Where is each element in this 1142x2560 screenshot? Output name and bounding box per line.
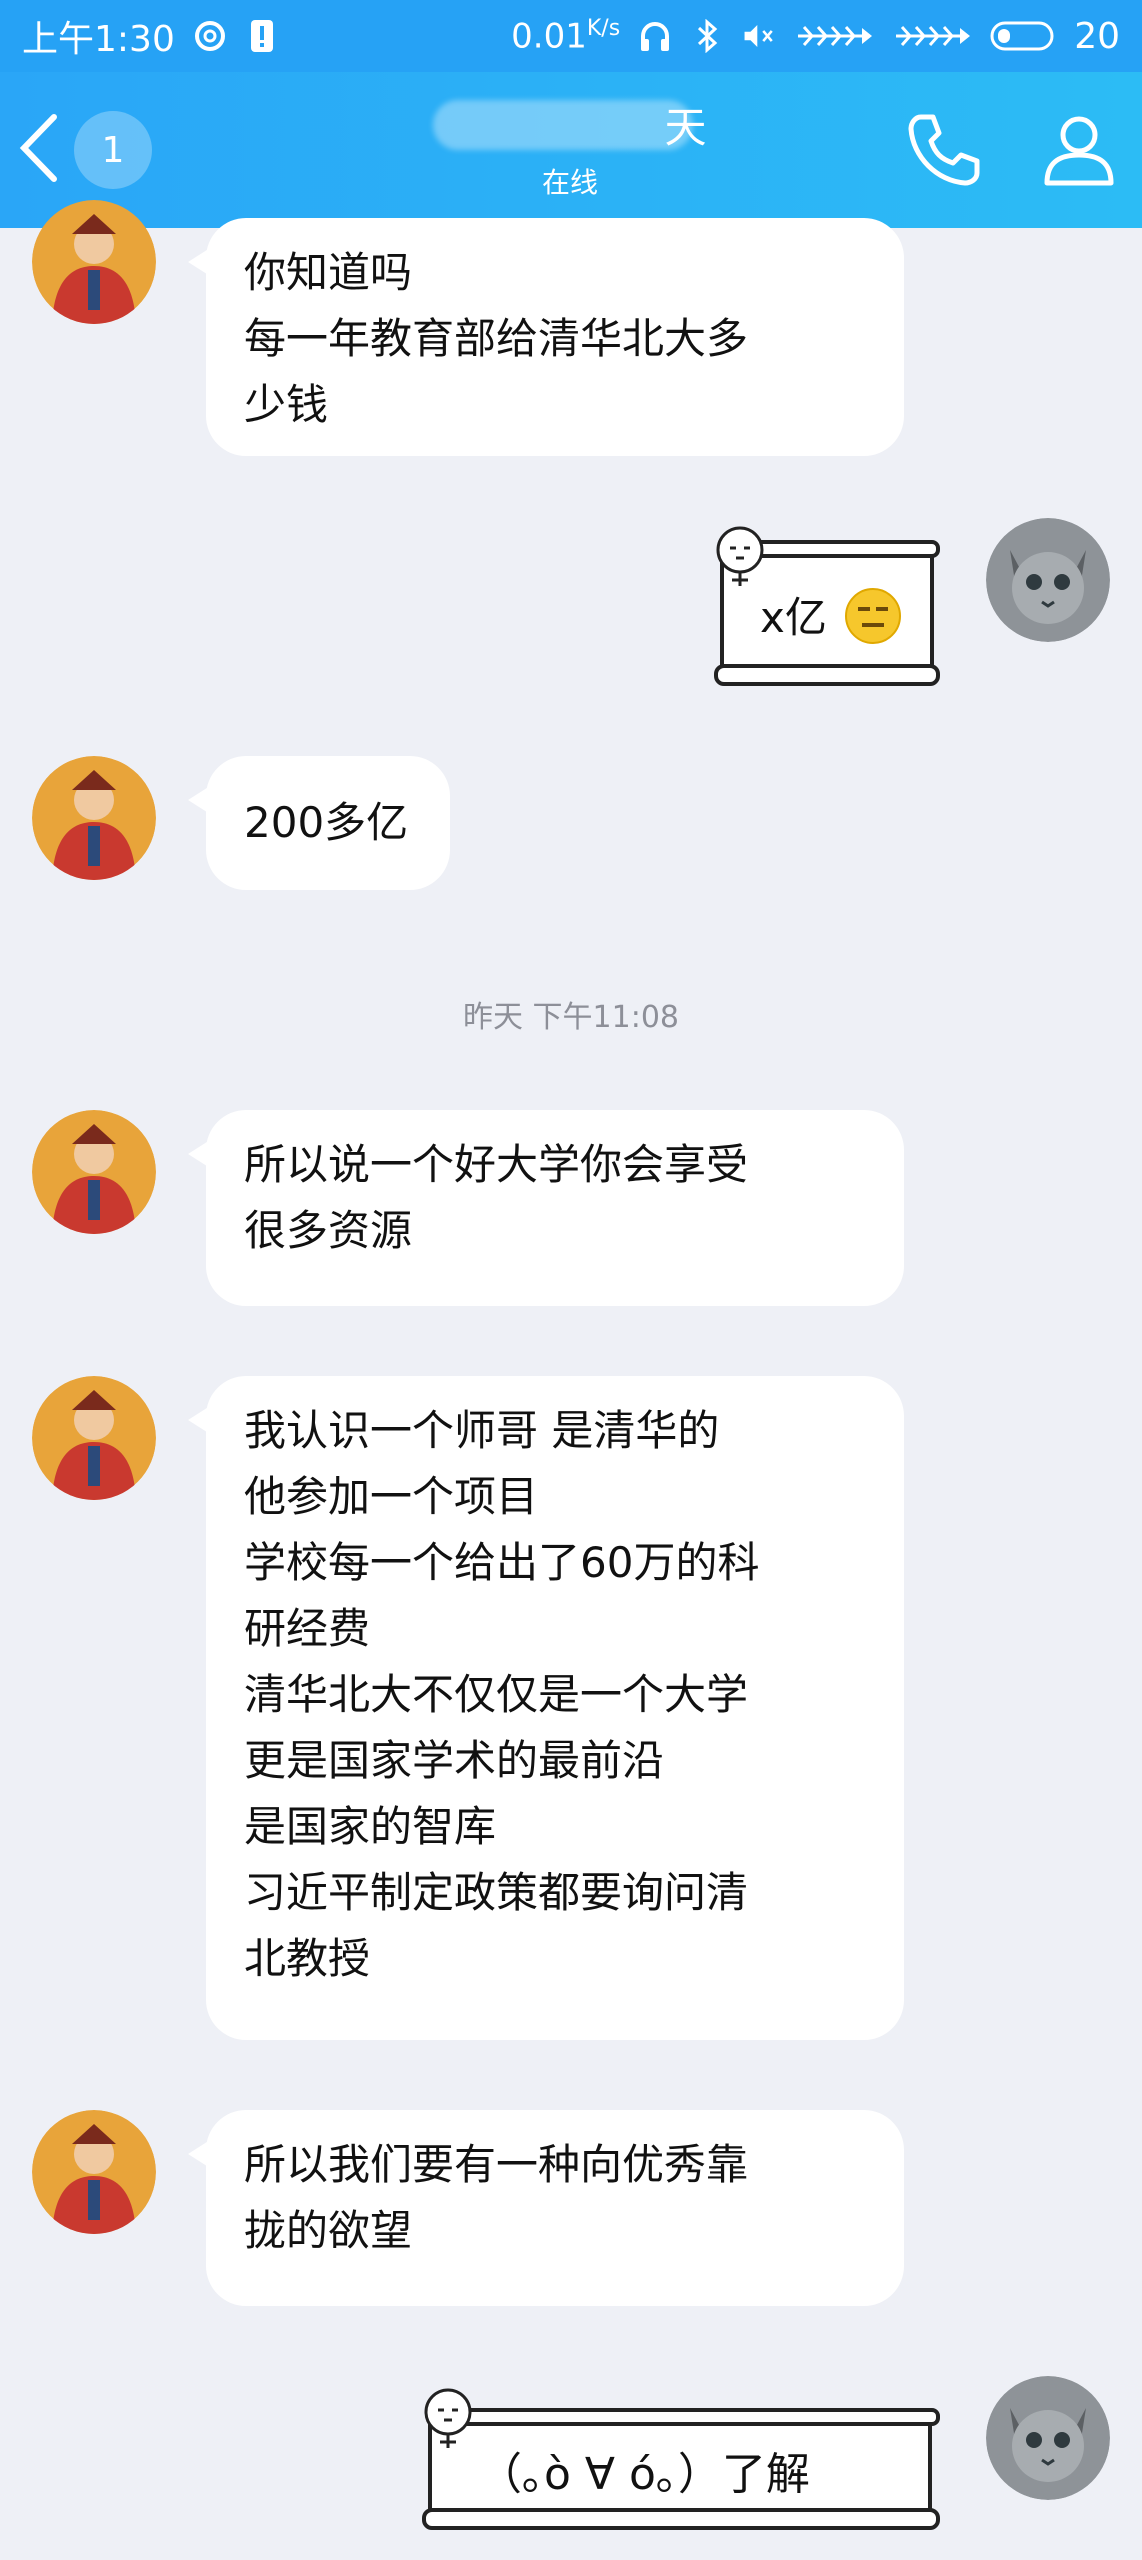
- contact-avatar[interactable]: [32, 756, 156, 880]
- message-text: 北教授: [244, 1934, 371, 1983]
- message-text: 所以我们要有一种向优秀靠: [244, 2140, 749, 2189]
- contact-avatar[interactable]: [32, 1376, 156, 1500]
- battery-icon: [990, 19, 1056, 53]
- message-text: 200多亿: [244, 798, 409, 847]
- back-arrow-icon: [18, 113, 60, 187]
- mute-icon: [742, 19, 776, 53]
- my-avatar[interactable]: [986, 2376, 1110, 2500]
- online-status: 在线: [541, 166, 598, 199]
- headphones-icon: [638, 19, 672, 53]
- sticker-caption: （｡ò ∀ ó｡）了解: [478, 2449, 810, 2500]
- fishbone-signal-icon: [892, 19, 972, 53]
- message-timestamp: 昨天 下午11:08: [463, 1000, 679, 1035]
- message-text: 你知道吗: [244, 248, 413, 297]
- message-text: 研经费: [244, 1604, 371, 1653]
- message-text: 是国家的智库: [244, 1802, 497, 1851]
- expressionless-emoji-icon: [844, 587, 902, 655]
- message-bubble[interactable]: 所以说一个好大学你会享受 很多资源: [188, 1110, 904, 1306]
- phone-call-button[interactable]: [900, 108, 986, 194]
- message-text: 少钱: [244, 380, 329, 429]
- contact-avatar[interactable]: [32, 1110, 156, 1234]
- chat-title: 天 在线: [390, 94, 750, 201]
- message-text: 他参加一个项目: [244, 1472, 539, 1521]
- message-text: 清华北大不仅仅是一个大学: [244, 1670, 749, 1719]
- contact-avatar[interactable]: [32, 200, 156, 324]
- scroll-sticker-bubble[interactable]: （｡ò ∀ ó｡）了解: [418, 2382, 944, 2542]
- message-bubble[interactable]: 200多亿: [188, 756, 450, 890]
- profile-button[interactable]: [1036, 108, 1122, 194]
- message-text: 很多资源: [244, 1206, 413, 1255]
- message-bubble[interactable]: 所以我们要有一种向优秀靠 拢的欲望: [188, 2110, 904, 2306]
- contact-avatar[interactable]: [32, 2110, 156, 2234]
- back-button[interactable]: 1: [18, 110, 168, 190]
- bluetooth-icon: [690, 19, 724, 53]
- my-avatar[interactable]: [986, 518, 1110, 642]
- chat-header: 1 天 在线: [0, 72, 1142, 228]
- message-bubble[interactable]: 我认识一个师哥 是清华的 他参加一个项目 学校每一个给出了60万的科 研经费 清…: [188, 1376, 904, 2040]
- profile-icon: [1039, 109, 1119, 193]
- message-text: 习近平制定政策都要询问清: [244, 1868, 749, 1917]
- redacted-contact-name: [433, 99, 694, 150]
- sticker-text: x亿: [760, 584, 902, 655]
- battery-level: 20: [1074, 15, 1120, 57]
- message-text: 每一年教育部给清华北大多: [244, 314, 749, 363]
- sticker-caption: x亿: [760, 593, 827, 642]
- spiral-notification-icon: [193, 19, 227, 53]
- message-list[interactable]: 你知道吗 每一年教育部给清华北大多 少钱 x亿 200多亿 昨天 下午11:08…: [0, 200, 1142, 2560]
- sim-alert-icon: [245, 19, 279, 53]
- status-time: 上午1:30: [22, 19, 175, 60]
- message-text: 更是国家学术的最前沿: [244, 1736, 665, 1785]
- network-speed: 0.01K/s: [511, 15, 621, 57]
- phone-icon: [903, 109, 983, 193]
- message-text: 我认识一个师哥 是清华的: [244, 1406, 720, 1455]
- message-text: 拢的欲望: [244, 2206, 413, 2255]
- message-text: 所以说一个好大学你会享受: [244, 1140, 749, 1189]
- message-bubble[interactable]: 你知道吗 每一年教育部给清华北大多 少钱: [188, 218, 904, 456]
- unread-count-badge: 1: [74, 111, 152, 189]
- scroll-sticker-bubble[interactable]: x亿: [712, 520, 944, 702]
- fishbone-signal-icon: [794, 19, 874, 53]
- message-text: 学校每一个给出了60万的科: [244, 1538, 760, 1587]
- status-bar: 上午1:30 0.01K/s 20: [0, 0, 1142, 72]
